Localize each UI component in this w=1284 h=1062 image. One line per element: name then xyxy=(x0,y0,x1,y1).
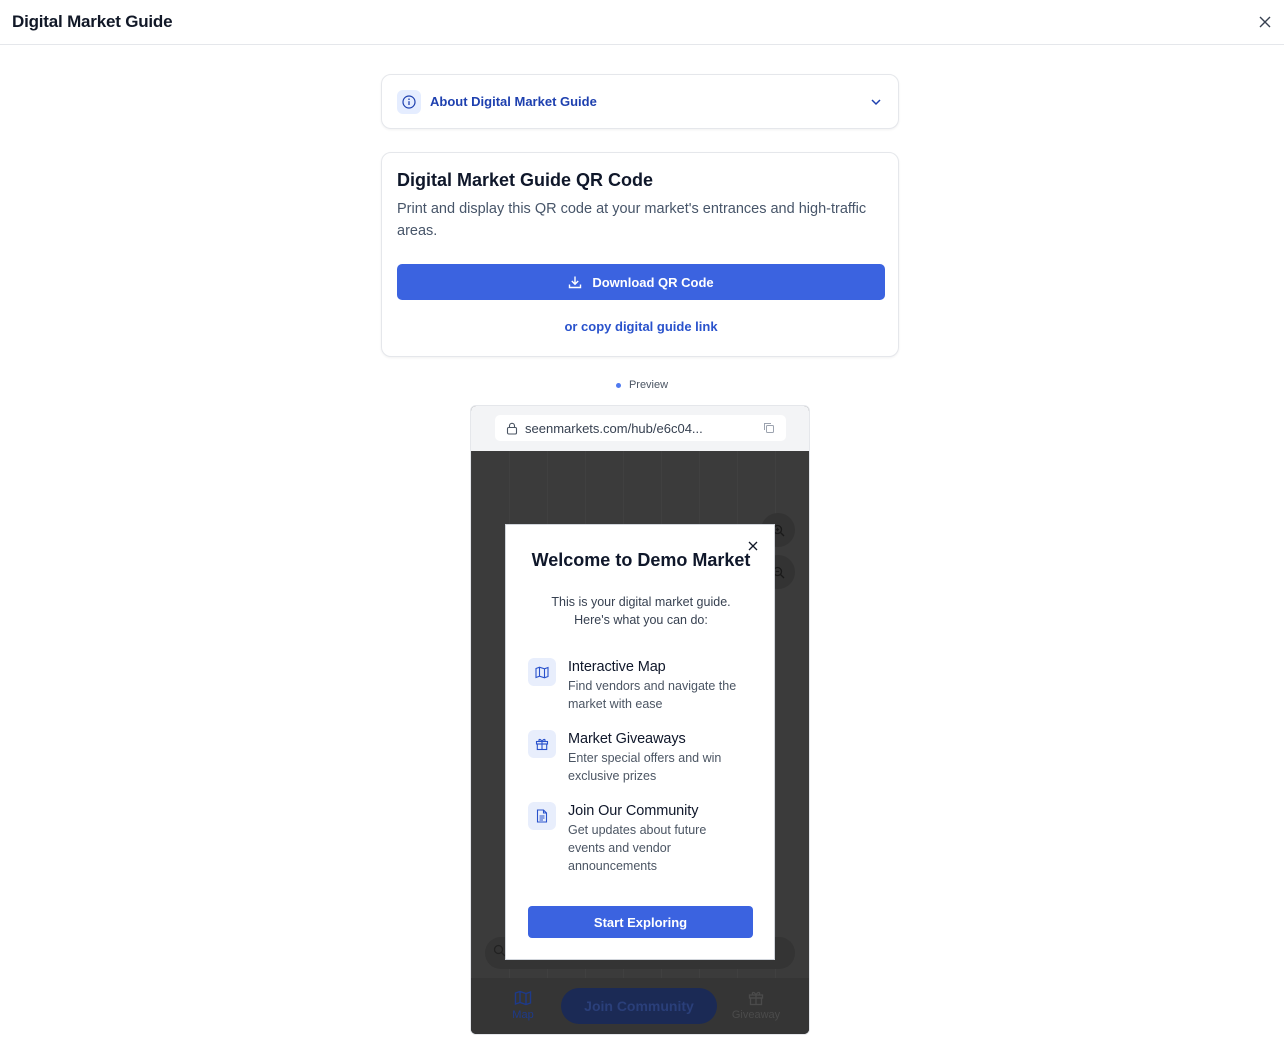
nav-giveaway[interactable]: Giveaway xyxy=(729,990,783,1021)
bottom-nav: Map Join Community Giveaway xyxy=(471,978,809,1034)
download-qr-label: Download QR Code xyxy=(592,274,714,290)
feature-market-giveaways: Market Giveaways Enter special offers an… xyxy=(528,730,758,785)
info-icon xyxy=(397,89,421,114)
close-icon[interactable] xyxy=(1256,13,1274,31)
url-bar: seenmarkets.com/hub/e6c04... xyxy=(471,406,809,451)
copy-guide-link[interactable]: or copy digital guide link xyxy=(382,319,900,334)
map-nav-icon xyxy=(509,990,537,1009)
start-exploring-button[interactable]: Start Exploring xyxy=(528,906,753,938)
dialog-title: Digital Market Guide xyxy=(12,12,173,31)
about-label: About Digital Market Guide xyxy=(430,94,597,109)
about-accordion[interactable]: About Digital Market Guide xyxy=(381,74,899,129)
qr-code-card: Digital Market Guide QR Code Print and d… xyxy=(381,152,899,357)
feature-description: Find vendors and navigate the market wit… xyxy=(568,679,737,711)
join-community-button[interactable]: Join Community xyxy=(561,988,717,1024)
download-qr-button[interactable]: Download QR Code xyxy=(397,264,885,300)
download-icon xyxy=(568,275,582,289)
feature-title: Join Our Community xyxy=(568,803,699,819)
preview-label: Preview xyxy=(0,379,1284,391)
preview-dot xyxy=(615,382,621,388)
url-field: seenmarkets.com/hub/e6c04... xyxy=(495,415,786,441)
modal-intro: This is your digital market guide. Here'… xyxy=(551,595,731,627)
feature-title: Interactive Map xyxy=(568,659,666,675)
giveaway-nav-icon xyxy=(729,990,783,1009)
nav-map-label: Map xyxy=(512,1009,534,1021)
feature-title: Market Giveaways xyxy=(568,731,686,747)
feature-description: Get updates about future events and vend… xyxy=(568,823,707,873)
qr-card-description: Print and display this QR code at your m… xyxy=(397,201,867,239)
gift-icon xyxy=(528,730,556,758)
feature-join-community: Join Our Community Get updates about fut… xyxy=(528,802,758,875)
modal-title: Welcome to Demo Market xyxy=(531,550,751,570)
url-text: seenmarkets.com/hub/e6c04... xyxy=(525,420,703,436)
nav-giveaway-label: Giveaway xyxy=(731,1009,781,1021)
feature-interactive-map: Interactive Map Find vendors and navigat… xyxy=(528,658,758,713)
chevron-down-icon[interactable] xyxy=(870,95,882,113)
map-icon xyxy=(528,658,556,686)
preview-text: Preview xyxy=(628,379,669,391)
welcome-modal: Welcome to Demo Market This is your digi… xyxy=(505,524,775,960)
feature-description: Enter special offers and win exclusive p… xyxy=(568,751,722,783)
nav-map[interactable]: Map xyxy=(509,990,537,1021)
copy-icon[interactable] xyxy=(763,422,775,434)
dialog-header: Digital Market Guide xyxy=(0,0,1284,45)
document-icon xyxy=(528,802,556,830)
qr-card-title: Digital Market Guide QR Code xyxy=(397,170,654,190)
lock-icon xyxy=(506,422,518,435)
